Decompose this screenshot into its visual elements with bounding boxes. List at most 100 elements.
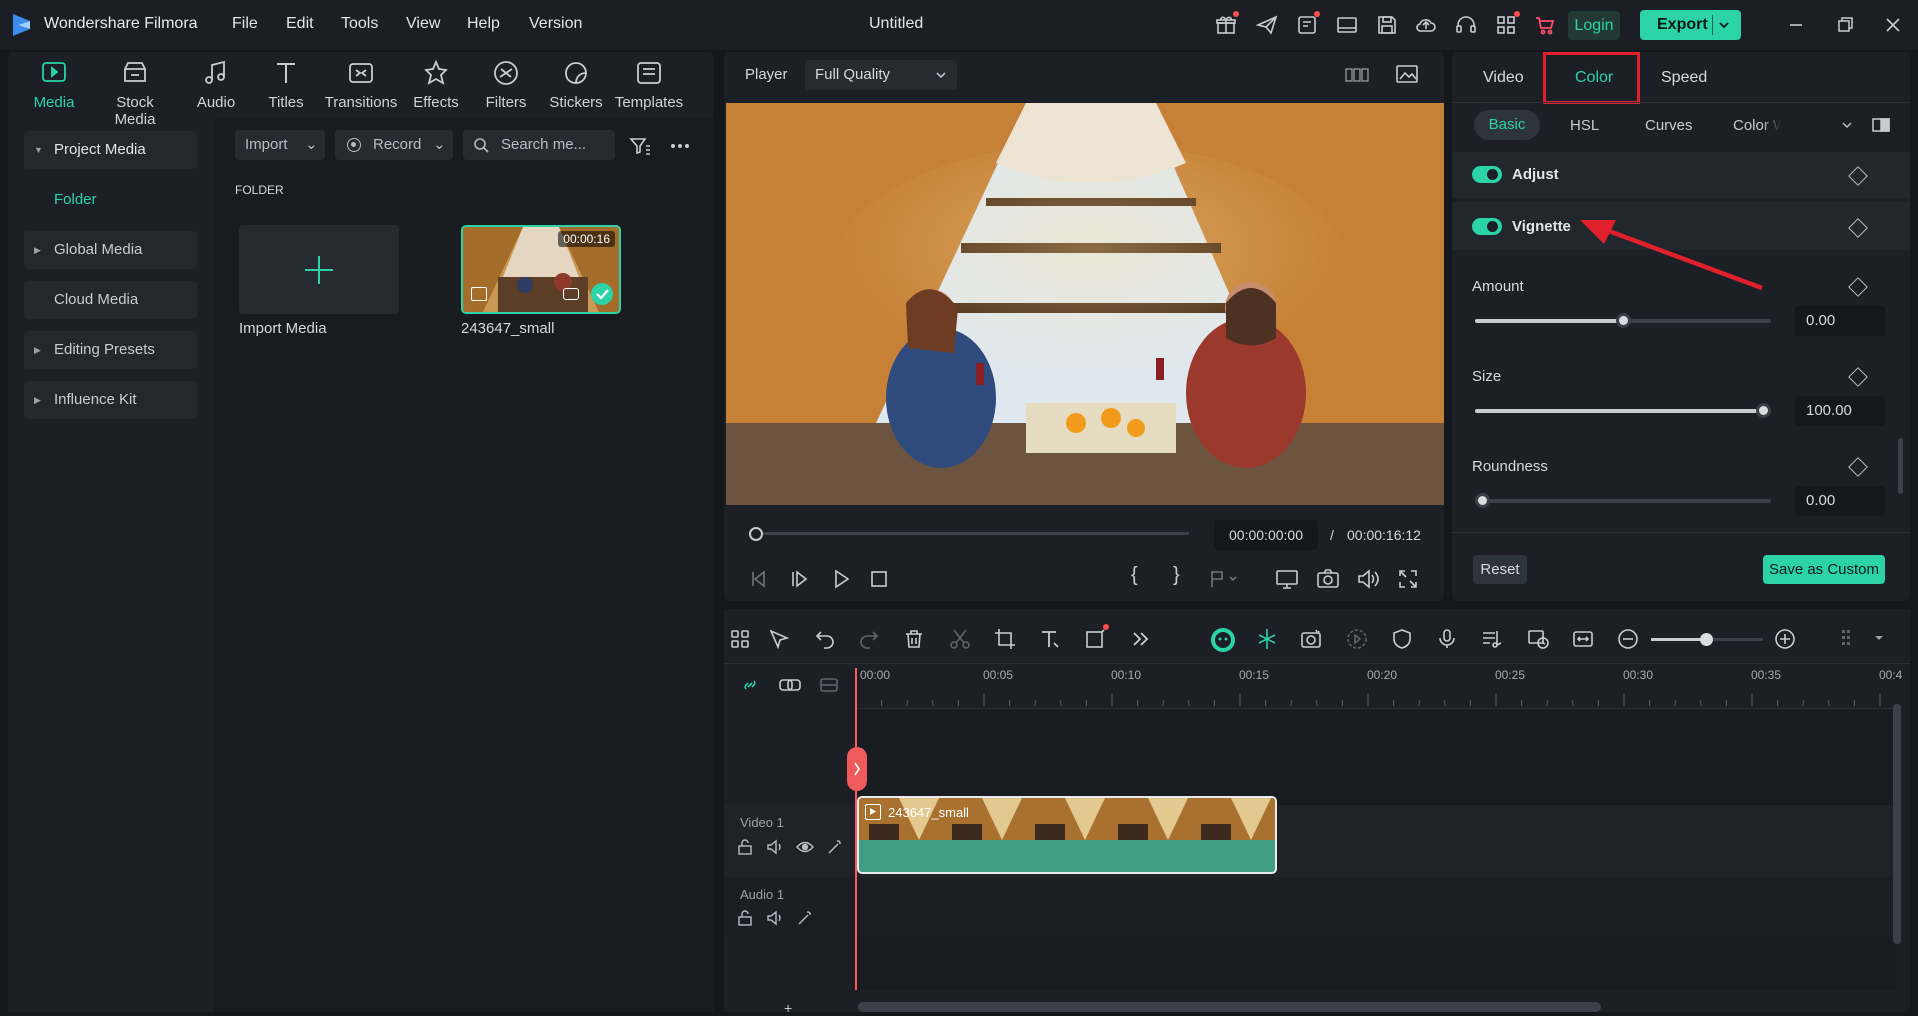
playhead-knob[interactable] <box>749 527 763 541</box>
roundness-value-input[interactable]: 0.00 <box>1795 486 1885 516</box>
current-time-display[interactable]: 00:00:00:00 <box>1214 520 1318 550</box>
roundness-slider[interactable] <box>1475 493 1771 508</box>
mark-in-icon[interactable]: { <box>1131 564 1138 587</box>
crop-icon[interactable] <box>993 627 1017 651</box>
amount-value-input[interactable]: 0.00 <box>1795 306 1885 336</box>
tab-filters[interactable]: Filters <box>466 58 546 111</box>
shape-tool-icon[interactable] <box>1084 627 1108 651</box>
record-button[interactable]: Record ⌄ <box>335 130 453 160</box>
sidebar-item-project-media[interactable]: ▼ Project Media <box>24 131 197 169</box>
volume-icon[interactable] <box>1356 568 1380 590</box>
snapshot-view-icon[interactable] <box>1395 63 1419 85</box>
track-volume-icon[interactable] <box>766 909 784 927</box>
sidebar-item-global-media[interactable]: ▶ Global Media <box>24 231 197 269</box>
menu-help[interactable]: Help <box>467 15 500 33</box>
group-icon[interactable] <box>778 674 802 696</box>
save-icon[interactable] <box>1375 13 1399 37</box>
microphone-icon[interactable] <box>1435 627 1459 651</box>
tab-audio[interactable]: Audio <box>176 58 256 111</box>
play-frame-icon[interactable] <box>789 568 811 590</box>
menu-edit[interactable]: Edit <box>286 15 314 33</box>
more-icon[interactable] <box>668 134 692 158</box>
ai-assistant-icon[interactable] <box>1210 627 1235 652</box>
subtab-curves[interactable]: Curves <box>1645 117 1693 134</box>
tab-effects[interactable]: Effects <box>396 58 476 111</box>
quality-dropdown[interactable]: Full Quality <box>805 60 957 90</box>
ai-effects-icon[interactable] <box>1299 627 1323 651</box>
display-icon[interactable] <box>1275 568 1299 590</box>
media-search-input[interactable]: Search me... <box>463 130 615 160</box>
add-track-button[interactable]: + <box>784 1000 792 1016</box>
ripple-icon[interactable] <box>818 674 840 696</box>
zoom-in-icon[interactable] <box>1773 627 1797 651</box>
menu-version[interactable]: Version <box>529 15 582 33</box>
tab-video[interactable]: Video <box>1483 69 1524 87</box>
lock-icon[interactable] <box>736 838 754 856</box>
subtab-hsl[interactable]: HSL <box>1570 117 1599 134</box>
scissors-icon[interactable] <box>948 627 972 651</box>
roundness-slider-knob[interactable] <box>1475 493 1490 508</box>
undo-icon[interactable] <box>813 627 837 651</box>
delete-icon[interactable] <box>902 627 926 651</box>
fit-timeline-icon[interactable] <box>1571 627 1595 651</box>
play-icon[interactable] <box>830 568 852 590</box>
size-value-input[interactable]: 100.00 <box>1795 396 1885 426</box>
cart-icon[interactable] <box>1533 13 1557 37</box>
sidebar-item-cloud-media[interactable]: Cloud Media <box>24 281 197 319</box>
redo-icon[interactable] <box>857 627 881 651</box>
zoom-slider-knob[interactable] <box>1700 633 1713 646</box>
audio-mixer-icon[interactable] <box>1480 627 1504 651</box>
sidebar-item-editing-presets[interactable]: ▶ Editing Presets <box>24 331 197 369</box>
layout-grid-icon[interactable] <box>728 627 752 651</box>
timeline-video-clip[interactable]: 243647_small <box>857 796 1277 874</box>
clip-thumbnail[interactable]: 00:00:16 <box>461 225 621 314</box>
tab-stock-media[interactable]: Stock Media <box>95 58 175 128</box>
more-tools-icon[interactable] <box>1129 627 1153 651</box>
tab-templates[interactable]: Templates <box>609 58 689 111</box>
tab-transitions[interactable]: Transitions <box>321 58 401 111</box>
shield-icon[interactable] <box>1390 627 1414 651</box>
tab-media[interactable]: Media <box>14 58 94 111</box>
camera-icon[interactable] <box>1316 568 1340 590</box>
minimize-icon[interactable] <box>1784 13 1808 37</box>
save-as-custom-button[interactable]: Save as Custom <box>1763 555 1885 584</box>
select-tool-icon[interactable] <box>767 627 791 651</box>
timeline-vertical-scrollbar[interactable] <box>1893 704 1901 944</box>
timeline-playhead[interactable] <box>855 668 857 1012</box>
filter-icon[interactable] <box>628 134 652 158</box>
layout-icon[interactable] <box>1335 13 1359 37</box>
playback-progress-track[interactable] <box>749 532 1189 535</box>
restore-icon[interactable] <box>1833 13 1857 37</box>
amount-slider[interactable] <box>1475 313 1771 328</box>
fullscreen-icon[interactable] <box>1397 568 1419 590</box>
subtab-basic[interactable]: Basic <box>1474 110 1540 140</box>
sidebar-item-influence-kit[interactable]: ▶ Influence Kit <box>24 381 197 419</box>
tab-speed[interactable]: Speed <box>1661 69 1707 87</box>
zoom-out-icon[interactable] <box>1616 627 1640 651</box>
menu-view[interactable]: View <box>406 15 440 33</box>
track-layout-icon[interactable] <box>1838 627 1862 651</box>
send-icon[interactable] <box>1255 13 1279 37</box>
size-slider[interactable] <box>1475 403 1771 418</box>
import-button[interactable]: Import ⌄ <box>235 130 325 160</box>
close-icon[interactable] <box>1881 13 1905 37</box>
reset-button[interactable]: Reset <box>1473 555 1527 584</box>
sidebar-item-folder[interactable]: Folder <box>54 191 97 208</box>
import-media-tile[interactable] <box>239 225 399 314</box>
menu-file[interactable]: File <box>232 15 258 33</box>
timeline-zoom-slider[interactable] <box>1651 633 1763 646</box>
chevron-down-icon[interactable] <box>1718 19 1730 31</box>
size-slider-knob[interactable] <box>1756 403 1771 418</box>
link-icon[interactable] <box>739 674 761 696</box>
lock-icon[interactable] <box>736 909 754 927</box>
previous-frame-icon[interactable] <box>748 568 770 590</box>
compare-icon[interactable] <box>1872 118 1890 132</box>
chevron-down-icon[interactable] <box>1841 119 1853 131</box>
headset-icon[interactable] <box>1454 13 1478 37</box>
property-scrollbar[interactable] <box>1898 438 1903 494</box>
playhead-handle[interactable] <box>847 747 867 791</box>
apps-grid-icon[interactable] <box>1494 13 1518 37</box>
grid-view-icon[interactable] <box>1345 64 1369 86</box>
amount-slider-knob[interactable] <box>1616 313 1631 328</box>
menu-tools[interactable]: Tools <box>341 15 378 33</box>
